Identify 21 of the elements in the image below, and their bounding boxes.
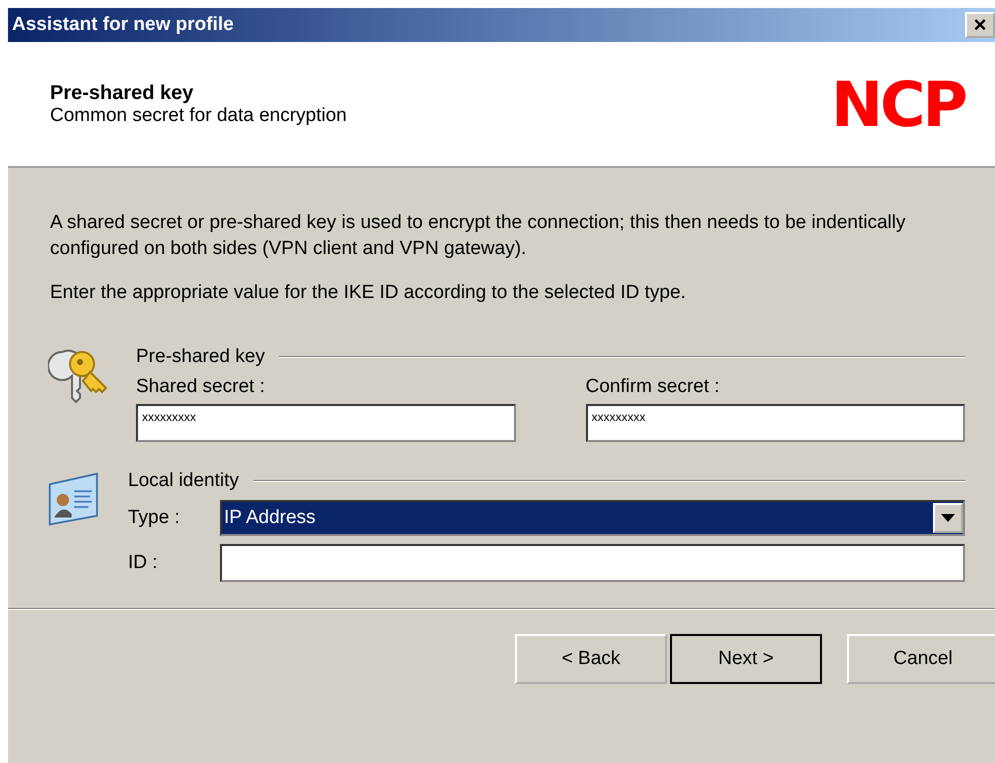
page-title: Pre-shared key [50, 82, 194, 104]
field-label: Shared secret : [136, 376, 266, 398]
id-field[interactable] [220, 544, 965, 582]
type-dropdown[interactable]: IP Address [220, 500, 965, 536]
logo: NCP [831, 68, 965, 140]
window-title: Assistant for new profile [12, 14, 234, 36]
description-text: Enter the appropriate value for the IKE ID according to the selected ID type. [50, 281, 687, 305]
wizard-button[interactable]: < Back [515, 634, 667, 684]
group-title: Pre-shared key [136, 346, 265, 368]
dropdown-arrow-icon [941, 514, 955, 522]
shared-secret-field[interactable]: xxxxxxxxx [136, 404, 516, 442]
close-button[interactable]: × [965, 12, 995, 38]
group-title: Local identity [128, 470, 239, 492]
wizard-button[interactable]: Cancel [847, 634, 995, 684]
field-label: Type : [128, 507, 181, 529]
confirm-secret-field[interactable]: xxxxxxxxx [586, 404, 965, 442]
field-label: ID : [128, 552, 159, 574]
field-label: Confirm secret : [586, 376, 721, 398]
page-subtitle: Common secret for data encryption [50, 104, 347, 126]
description-text: A shared secret or pre-shared key is used to encrypt the connection; this then needs to be indentically configured on both sides (VPN client and VPN gateway). [50, 211, 907, 261]
wizard-button[interactable]: Next > [670, 634, 822, 684]
